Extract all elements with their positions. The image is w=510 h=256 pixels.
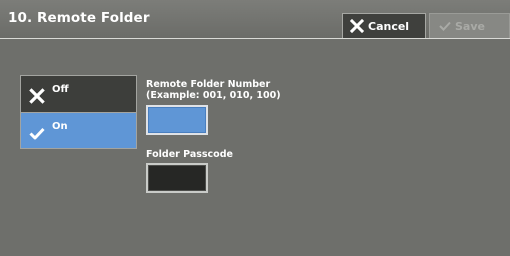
save-button[interactable]: Save — [429, 13, 510, 38]
folder-passcode-label: Folder Passcode — [146, 149, 233, 160]
option-on-label: On — [52, 121, 68, 132]
checkmark-icon — [439, 21, 451, 31]
checkmark-icon — [29, 125, 45, 141]
cancel-button[interactable]: Cancel — [342, 13, 426, 38]
folder-passcode-input[interactable] — [146, 163, 208, 193]
remote-folder-number-input[interactable] — [146, 105, 208, 135]
save-button-label: Save — [455, 19, 485, 33]
option-off-label: Off — [52, 84, 69, 95]
page-title: 10. Remote Folder — [8, 10, 150, 26]
option-on-button[interactable]: On — [20, 112, 137, 149]
option-off-button[interactable]: Off — [20, 75, 137, 112]
header-bar: 10. Remote Folder Cancel Save — [0, 0, 510, 39]
remote-folder-number-example: (Example: 001, 010, 100) — [146, 90, 281, 101]
remote-folder-number-label: Remote Folder Number — [146, 79, 271, 90]
remote-folder-screen: 10. Remote Folder Cancel Save Off On Rem… — [0, 0, 510, 256]
cancel-button-label: Cancel — [368, 19, 410, 33]
x-icon — [29, 88, 45, 104]
close-icon — [349, 18, 365, 34]
